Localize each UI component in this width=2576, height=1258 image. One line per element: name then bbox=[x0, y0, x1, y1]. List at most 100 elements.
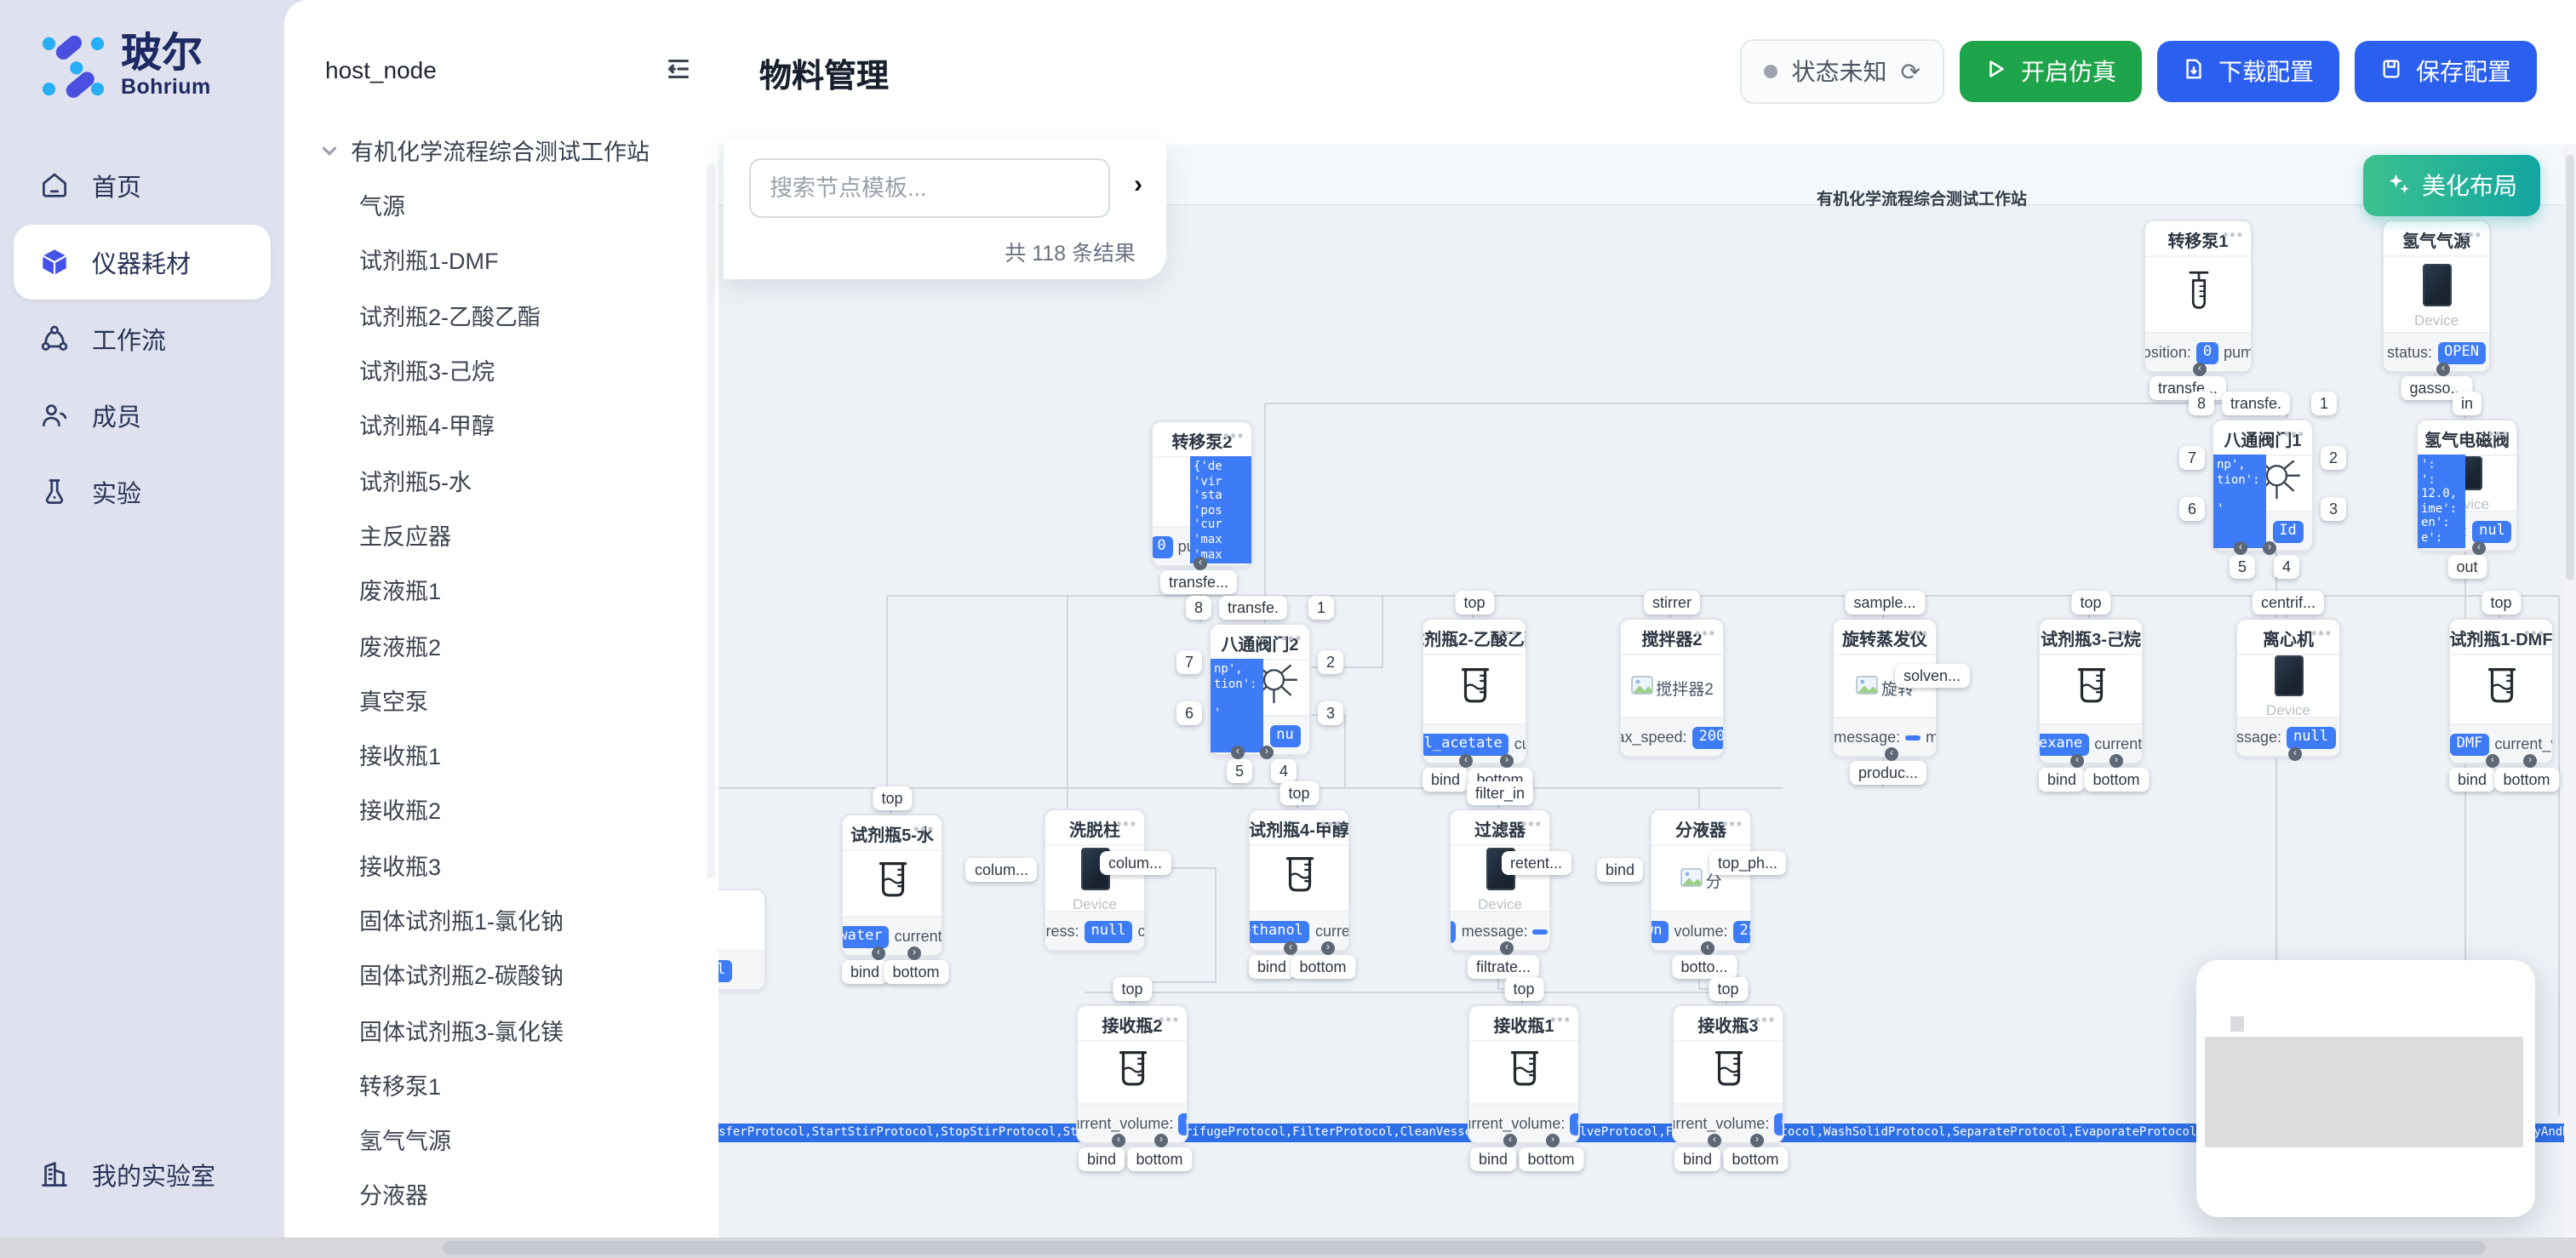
tree-root-workstation[interactable]: 有机化学流程综合测试工作站 bbox=[284, 85, 718, 167]
port-produc-[interactable]: produc... bbox=[1850, 761, 1926, 785]
port-top[interactable]: top bbox=[1709, 977, 1747, 1001]
port-bottom[interactable]: bottom bbox=[884, 960, 947, 984]
port-handle-icon[interactable]: › bbox=[1750, 1134, 1764, 1147]
port-1[interactable]: 1 bbox=[1308, 596, 1334, 620]
flow-node-filter[interactable]: 过滤器•••Devicewnmessage:maretent...filter_… bbox=[1449, 809, 1551, 952]
minimap-viewport[interactable] bbox=[2205, 1037, 2523, 1147]
param-value-badge[interactable]: water bbox=[843, 925, 890, 947]
overlay-port-label[interactable]: solven... bbox=[1895, 664, 1969, 688]
param-value-badge[interactable]: 0 bbox=[1178, 1112, 1187, 1135]
sidebar-item-cube[interactable]: 仪器耗材 bbox=[14, 225, 271, 300]
port-filter-in[interactable]: filter_in bbox=[1467, 781, 1533, 805]
port-5[interactable]: 5 bbox=[2230, 555, 2255, 579]
port-top[interactable]: top bbox=[1279, 781, 1318, 805]
node-menu-icon[interactable]: ••• bbox=[2311, 626, 2333, 642]
port-in[interactable]: in bbox=[2453, 392, 2482, 415]
port-5[interactable]: 5 bbox=[1227, 759, 1252, 783]
overlay-port-label[interactable]: colum... bbox=[1100, 851, 1171, 875]
canvas-vert-scrollbar[interactable] bbox=[2564, 145, 2576, 1238]
flow-node-h2valve[interactable]: 氢气电磁阀•••Devicestatus:nul': ': 12.0, ime'… bbox=[2416, 419, 2518, 552]
flow-node-centrifuge[interactable]: 离心机•••Devicemessage:nullmacentrif...‹ bbox=[2235, 618, 2341, 758]
port-out[interactable]: out bbox=[2447, 555, 2486, 579]
node-menu-icon[interactable]: ••• bbox=[1550, 1013, 1571, 1028]
port-colum-[interactable]: colum... bbox=[966, 858, 1037, 882]
flow-node-valve1[interactable]: 八通阀门1•••status:Idnp', tion': '8transfe.1… bbox=[2212, 419, 2314, 552]
port-handle-icon[interactable]: ‹ bbox=[2193, 363, 2207, 376]
param-value-badge[interactable]: OPEN bbox=[2437, 341, 2486, 363]
port-3[interactable]: 3 bbox=[2321, 497, 2346, 521]
flow-node-separator[interactable]: 分液器•••分ownvolume:250top_ph...bindbotto..… bbox=[1650, 809, 1752, 952]
flow-node-rotavap[interactable]: 旋转蒸发仪•••旋转lmessage:max_solven...sample..… bbox=[1832, 618, 1938, 758]
status-pill[interactable]: 状态未知 ⟳ bbox=[1741, 39, 1944, 104]
port-bind[interactable]: bind bbox=[1423, 768, 1468, 792]
port-filtrate-[interactable]: filtrate... bbox=[1468, 955, 1539, 979]
flow-node-recv2[interactable]: 接收瓶2•••current_volume:0topbindbottom‹› bbox=[1076, 1004, 1188, 1144]
port-bind[interactable]: bind bbox=[1470, 1147, 1516, 1171]
port-bottom[interactable]: bottom bbox=[1291, 955, 1354, 979]
param-value-badge[interactable]: hexane bbox=[2040, 733, 2089, 755]
param-value-badge[interactable]: null bbox=[2287, 726, 2335, 748]
node-menu-icon[interactable]: ••• bbox=[2488, 427, 2510, 443]
node-menu-icon[interactable]: ••• bbox=[1281, 632, 1302, 647]
node-menu-icon[interactable]: ••• bbox=[1722, 817, 1743, 832]
node-menu-icon[interactable]: ••• bbox=[2284, 427, 2305, 443]
port-sample-[interactable]: sample... bbox=[1845, 591, 1924, 615]
port-1[interactable]: 1 bbox=[2311, 392, 2337, 415]
port-8[interactable]: 8 bbox=[2189, 392, 2214, 415]
port-top[interactable]: top bbox=[1504, 977, 1543, 1001]
param-value-badge[interactable]: 0 bbox=[1570, 1112, 1578, 1135]
port-stirrer[interactable]: stirrer bbox=[1644, 591, 1700, 615]
param-value-badge[interactable]: 0 bbox=[2196, 341, 2218, 363]
port-bind[interactable]: bind bbox=[842, 960, 888, 984]
port-2[interactable]: 2 bbox=[1318, 650, 1343, 674]
node-menu-icon[interactable]: ••• bbox=[1223, 429, 1245, 444]
param-value-badge[interactable]: own bbox=[1652, 920, 1669, 942]
port-handle-icon[interactable]: ‹ bbox=[1284, 941, 1297, 955]
port-2[interactable]: 2 bbox=[2321, 446, 2346, 470]
start-simulation-button[interactable]: 开启仿真 bbox=[1960, 41, 2142, 102]
node-menu-icon[interactable]: ••• bbox=[1320, 817, 1342, 832]
search-input[interactable] bbox=[749, 158, 1110, 218]
tree-item[interactable]: 真空泵 bbox=[284, 672, 718, 727]
port-handle-icon[interactable]: ‹ bbox=[2234, 541, 2247, 555]
node-menu-icon[interactable]: ••• bbox=[2524, 626, 2545, 642]
port-handle-icon[interactable]: ‹ bbox=[2486, 754, 2499, 768]
tree-item[interactable]: 固体试剂瓶1-氯化钠 bbox=[284, 892, 718, 947]
port-transfe-[interactable]: transfe... bbox=[2150, 376, 2226, 400]
port-bottom[interactable]: bottom bbox=[1723, 1147, 1787, 1171]
port-handle-icon[interactable]: ‹ bbox=[2436, 363, 2450, 376]
tree-scrollbar[interactable] bbox=[707, 163, 715, 878]
tree-item[interactable]: 气源 bbox=[284, 177, 718, 232]
collapse-panel-icon[interactable] bbox=[664, 54, 695, 85]
port-6[interactable]: 6 bbox=[1176, 701, 1202, 725]
param-value-badge[interactable]: hyl_acetate bbox=[1423, 733, 1509, 755]
flow-node-stir2[interactable]: 搅拌器2•••搅拌器2max_speed:2000stirrer bbox=[1619, 618, 1725, 758]
tree-item[interactable]: 废液瓶1 bbox=[284, 562, 718, 617]
port-bind[interactable]: bind bbox=[2039, 768, 2085, 792]
tree-item[interactable]: 废液瓶2 bbox=[284, 617, 718, 672]
save-config-button[interactable]: 保存配置 bbox=[2355, 41, 2537, 102]
flow-node-rb2[interactable]: 试剂瓶2-乙酸乙酯•••hyl_acetatecurretopbindbotto… bbox=[1422, 618, 1527, 764]
port-6[interactable]: 6 bbox=[2179, 497, 2205, 521]
node-menu-icon[interactable]: ••• bbox=[1116, 817, 1137, 832]
port-4[interactable]: 4 bbox=[2274, 555, 2299, 579]
sidebar-item-home[interactable]: 首页 bbox=[0, 148, 284, 223]
port-centrif-[interactable]: centrif... bbox=[2253, 591, 2324, 615]
node-menu-icon[interactable]: ••• bbox=[1908, 626, 1929, 642]
port-handle-icon[interactable]: ‹ bbox=[2288, 747, 2302, 761]
port-bind[interactable]: bind bbox=[2449, 768, 2495, 792]
scroll-thumb[interactable] bbox=[443, 1241, 2486, 1255]
tree-item[interactable]: 主反应器 bbox=[284, 507, 718, 563]
param-value-badge[interactable]: methanol bbox=[1250, 920, 1310, 942]
port-handle-icon[interactable]: ‹ bbox=[1701, 941, 1714, 955]
node-menu-icon[interactable]: ••• bbox=[1521, 817, 1543, 832]
tree-item[interactable]: 试剂瓶3-己烷 bbox=[284, 342, 718, 397]
port-bottom[interactable]: bottom bbox=[1519, 1147, 1583, 1171]
port-handle-icon[interactable]: ‹ bbox=[1708, 1134, 1721, 1147]
canvas-horiz-scrollbar[interactable] bbox=[0, 1238, 2576, 1258]
port-handle-icon[interactable]: › bbox=[1260, 746, 1274, 759]
port-top[interactable]: top bbox=[2482, 591, 2520, 615]
tree-item[interactable]: 试剂瓶4-甲醇 bbox=[284, 397, 718, 452]
port-bottom[interactable]: bottom bbox=[2494, 768, 2558, 792]
node-menu-icon[interactable]: ••• bbox=[2461, 228, 2482, 243]
